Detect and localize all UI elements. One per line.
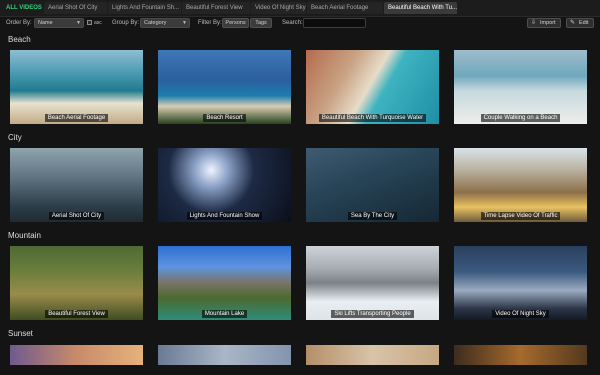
import-label: Import <box>540 20 556 26</box>
group-title-mountain: Mountain <box>8 231 41 240</box>
video-caption: Aerial Shot Of City <box>10 212 143 220</box>
video-thumbnail-beach-resort[interactable]: Beach Resort <box>158 50 291 124</box>
video-thumbnail-beautiful-beach[interactable]: Beautiful Beach With Turquoise Water <box>306 50 439 124</box>
video-caption: Ski Lifts Transporting People <box>306 310 439 318</box>
video-caption: Beach Aerial Footage <box>10 114 143 122</box>
search-label: Search: <box>282 20 303 26</box>
filter-by-label: Filter By: <box>198 20 222 26</box>
order-by-select[interactable]: Name ▼ <box>34 18 84 28</box>
group-by-value: Category <box>144 20 167 26</box>
tab-beach-aerial-footage[interactable]: Beach Aerial Footage <box>307 2 383 14</box>
group-title-beach: Beach <box>8 35 31 44</box>
order-by-label: Order By: <box>6 20 32 26</box>
video-thumbnail-sunset-2[interactable] <box>158 345 291 365</box>
video-thumbnail-time-lapse-traffic[interactable]: Time Lapse Video Of Traffic <box>454 148 587 222</box>
group-title-city: City <box>8 133 22 142</box>
video-thumbnail-beach-aerial-footage[interactable]: Beach Aerial Footage <box>10 50 143 124</box>
video-caption: Sea By The City <box>306 212 439 220</box>
pencil-icon: ✎ <box>570 20 576 26</box>
video-caption: Video Of Night Sky <box>454 310 587 318</box>
video-caption: Beautiful Forest View <box>10 310 143 318</box>
video-caption: Beach Resort <box>158 114 291 122</box>
tab-lights-and-fountain[interactable]: Lights And Fountain Sh... <box>108 2 181 14</box>
video-thumbnail-couple-walking[interactable]: Couple Walking on a Beach <box>454 50 587 124</box>
asc-label: asc <box>94 20 102 26</box>
video-thumbnail-mountain-lake[interactable]: Mountain Lake <box>158 246 291 320</box>
tab-all-videos[interactable]: ALL VIDEOS <box>2 2 44 14</box>
filter-persons-button[interactable]: Persons <box>222 18 249 28</box>
toolbar: Order By: Name ▼ asc Group By: Category ▼ … <box>0 17 600 30</box>
group-by-label: Group By: <box>112 20 140 26</box>
video-caption: Beautiful Beach With Turquoise Water <box>306 114 439 122</box>
video-caption: Lights And Fountain Show <box>158 212 291 220</box>
tab-bar: ALL VIDEOS Aerial Shot Of City Lights An… <box>0 0 600 17</box>
edit-label: Edit <box>579 20 589 26</box>
video-thumbnail-night-sky[interactable]: Video Of Night Sky <box>454 246 587 320</box>
video-caption: Mountain Lake <box>158 310 291 318</box>
video-thumbnail-beautiful-forest[interactable]: Beautiful Forest View <box>10 246 143 320</box>
video-thumbnail-sunset-1[interactable] <box>10 345 143 365</box>
video-thumbnail-sunset-4[interactable] <box>454 345 587 365</box>
import-button[interactable]: ⇩ Import <box>527 18 561 28</box>
search-input[interactable] <box>303 18 366 28</box>
order-by-value: Name <box>38 20 53 26</box>
video-thumbnail-aerial-shot-of-city[interactable]: Aerial Shot Of City <box>10 148 143 222</box>
tab-aerial-shot-of-city[interactable]: Aerial Shot Of City <box>44 2 107 14</box>
video-thumbnail-lights-and-fountain[interactable]: Lights And Fountain Show <box>158 148 291 222</box>
chevron-down-icon: ▼ <box>76 20 81 26</box>
group-title-sunset: Sunset <box>8 329 33 338</box>
video-thumbnail-ski-lifts[interactable]: Ski Lifts Transporting People <box>306 246 439 320</box>
asc-checkbox[interactable] <box>87 20 92 25</box>
video-caption: Time Lapse Video Of Traffic <box>454 212 587 220</box>
video-caption: Couple Walking on a Beach <box>454 114 587 122</box>
chevron-down-icon: ▼ <box>182 20 187 26</box>
tab-video-of-night-sky[interactable]: Video Of Night Sky <box>251 2 306 14</box>
edit-button[interactable]: ✎ Edit <box>566 18 594 28</box>
video-thumbnail-sea-by-the-city[interactable]: Sea By The City <box>306 148 439 222</box>
video-thumbnail-sunset-3[interactable] <box>306 345 439 365</box>
tab-beautiful-forest-view[interactable]: Beautiful Forest View <box>182 2 250 14</box>
import-icon: ⇩ <box>531 20 537 26</box>
filter-tags-button[interactable]: Tags <box>250 18 272 28</box>
group-by-select[interactable]: Category ▼ <box>140 18 190 28</box>
tab-beautiful-beach[interactable]: Beautiful Beach With Tu... <box>384 2 457 14</box>
